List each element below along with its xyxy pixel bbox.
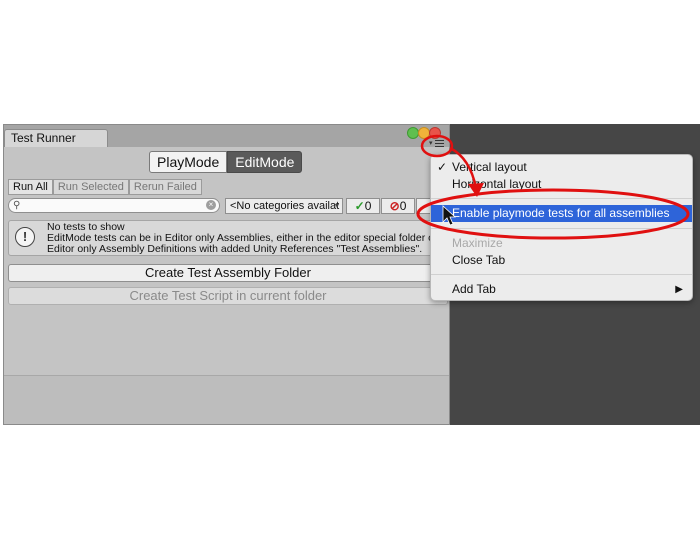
menu-item-label: Enable playmode tests for all assemblies (452, 206, 670, 220)
category-selected: <No categories availat (230, 200, 340, 212)
failed-count: 0 (399, 199, 407, 213)
create-test-script-button[interactable]: Create Test Script in current folder (8, 287, 448, 305)
clear-search-icon[interactable]: × (206, 200, 216, 210)
no-tests-message: ! No tests to show EditMode tests can be… (8, 220, 448, 256)
menu-item-enable-playmode-tests[interactable]: Enable playmode tests for all assemblies (431, 205, 692, 222)
menu-separator (431, 228, 692, 229)
run-all-button[interactable]: Run All (8, 179, 53, 195)
message-line-3: Editor only Assembly Definitions with ad… (47, 243, 423, 255)
menu-item-add-tab[interactable]: Add Tab ▶ (431, 281, 692, 298)
menu-item-vertical-layout[interactable]: ✓ Vertical layout (431, 159, 692, 176)
failed-filter-toggle[interactable]: ⊘0 (381, 198, 415, 214)
close-icon[interactable] (429, 127, 441, 139)
menu-item-label: Horizontal layout (452, 177, 542, 191)
menu-item-label: Maximize (452, 236, 503, 250)
menu-item-horizontal-layout[interactable]: Horizontal layout (431, 176, 692, 193)
submenu-arrow-icon: ▶ (675, 284, 683, 295)
menu-item-label: Add Tab (452, 282, 496, 296)
tab-strip: Test Runner ▾ (4, 125, 449, 147)
tab-playmode[interactable]: PlayMode (149, 151, 228, 173)
menu-item-label: Close Tab (452, 253, 506, 267)
menu-separator (431, 274, 692, 275)
passed-filter-toggle[interactable]: ✓0 (346, 198, 380, 214)
search-input[interactable]: ⚲ × (8, 198, 220, 213)
search-icon: ⚲ (13, 200, 21, 211)
category-dropdown[interactable]: <No categories availat ▾ (225, 198, 343, 214)
chevron-down-icon: ▾ (334, 201, 339, 210)
menu-separator (431, 198, 692, 199)
checkmark-icon: ✓ (437, 160, 448, 174)
filter-row: ⚲ × <No categories availat ▾ ✓0 ⊘0 (8, 198, 450, 214)
checkmark-icon: ✓ (354, 199, 365, 213)
panel-footer (4, 375, 449, 424)
mode-toggle: PlayMode EditMode (149, 151, 303, 173)
tab-editmode[interactable]: EditMode (227, 151, 303, 173)
menu-item-label: Vertical layout (452, 160, 527, 174)
context-menu: ✓ Vertical layout Horizontal layout Enab… (430, 154, 693, 301)
passed-count: 0 (364, 199, 372, 213)
info-icon: ! (15, 227, 35, 247)
run-selected-button[interactable]: Run Selected (52, 179, 129, 195)
failed-icon: ⊘ (389, 199, 400, 213)
menu-item-close-tab[interactable]: Close Tab (431, 252, 692, 269)
menu-item-maximize: Maximize (431, 235, 692, 252)
run-toolbar: Run All Run Selected Rerun Failed (8, 179, 202, 195)
create-test-assembly-folder-button[interactable]: Create Test Assembly Folder (8, 264, 448, 282)
tab-test-runner[interactable]: Test Runner (4, 129, 108, 147)
rerun-failed-button[interactable]: Rerun Failed (128, 179, 202, 195)
test-runner-window: Test Runner ▾ PlayMode EditMode Run All … (3, 124, 450, 425)
test-runner-panel: PlayMode EditMode Run All Run Selected R… (4, 147, 450, 424)
